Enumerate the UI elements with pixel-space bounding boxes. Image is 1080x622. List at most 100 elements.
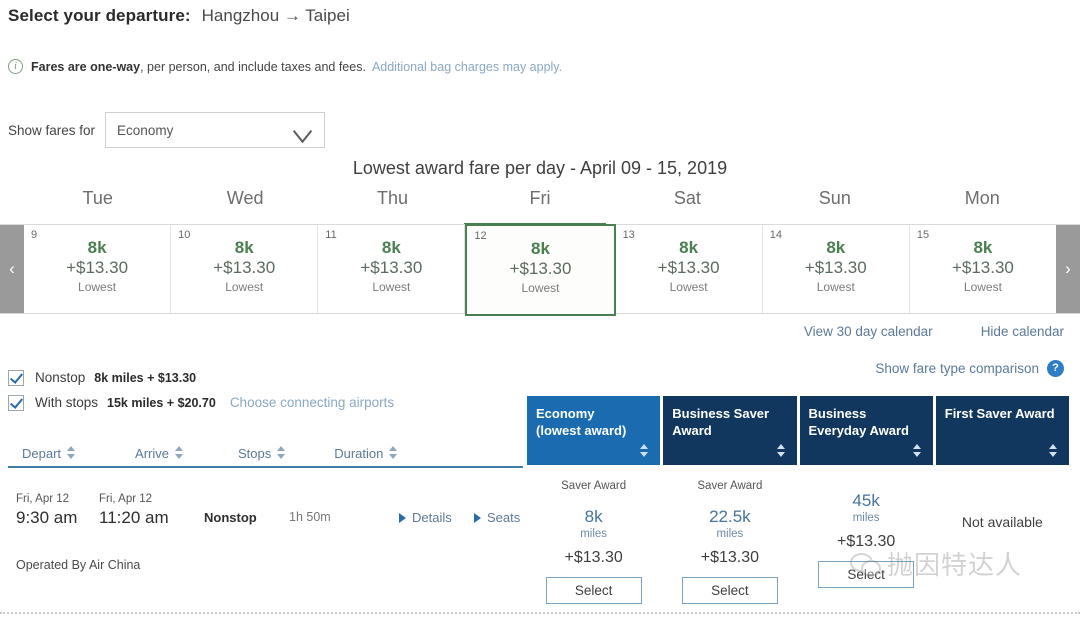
select-button[interactable]: Select xyxy=(818,561,915,588)
fare-column-header-economy[interactable]: Economy (lowest award) xyxy=(527,396,661,465)
calendar-next-arrow[interactable]: › xyxy=(1056,225,1080,313)
fares-notice-strong: Fares are one-way xyxy=(31,59,141,74)
show-fares-control: Show fares for Economy xyxy=(8,112,326,148)
hide-calendar-link[interactable]: Hide calendar xyxy=(981,324,1064,339)
choose-connecting-airports-link[interactable]: Choose connecting airports xyxy=(230,395,394,410)
filter-nonstop-label: Nonstop xyxy=(35,370,86,385)
fare-column-title: Business Saver xyxy=(672,406,770,421)
calendar-day-miles: 8k xyxy=(679,238,699,257)
sort-icon[interactable] xyxy=(776,444,786,458)
calendar-day-tag: Lowest xyxy=(669,280,708,294)
seats-link[interactable]: Seats xyxy=(474,510,520,528)
show-fare-type-comparison-link[interactable]: Show fare type comparison xyxy=(875,361,1039,376)
fare-column-title: Economy xyxy=(536,406,595,421)
details-link[interactable]: Details xyxy=(399,510,474,528)
chevron-down-icon xyxy=(294,124,314,136)
calendar-day-cell[interactable]: 10 8k +$13.30 Lowest xyxy=(171,225,319,313)
calendar-day-number: 15 xyxy=(916,229,930,241)
calendar-day-cell[interactable]: 14 8k +$13.30 Lowest xyxy=(762,225,910,313)
checkbox-with-stops[interactable] xyxy=(8,394,24,411)
fare-column-header-first-saver[interactable]: First Saver Award xyxy=(935,396,1069,465)
column-header-stops[interactable]: Stops xyxy=(238,446,286,461)
duration-value: 1h 50m xyxy=(289,510,331,524)
sort-icon[interactable] xyxy=(640,444,649,458)
calendar-day-miles: 8k xyxy=(826,238,846,257)
stops-value: Nonstop xyxy=(204,510,257,525)
flight-result-row: Fri, Apr 12 9:30 am Fri, Apr 12 11:20 am… xyxy=(0,470,1080,604)
filter-nonstop-value: 8k miles + $13.30 xyxy=(94,370,197,385)
select-button[interactable]: Select xyxy=(545,577,642,604)
fare-miles: 22.5k xyxy=(709,507,751,526)
award-type-label: Saver Award xyxy=(561,480,627,492)
fare-column-subtitle: (lowest award) xyxy=(536,423,627,438)
results-table-header: Depart Arrive Stops Duration xyxy=(8,440,523,468)
calendar-day-cash: +$13.30 xyxy=(951,258,1014,277)
fares-notice-text: , per person, and include taxes and fees… xyxy=(140,59,366,74)
column-header-depart[interactable]: Depart xyxy=(22,446,76,461)
view-30-day-calendar-link[interactable]: View 30 day calendar xyxy=(804,324,933,339)
details-link-label: Details xyxy=(412,510,452,525)
weekday-label: Tue xyxy=(82,188,113,208)
operated-by-label: Operated By Air China xyxy=(16,558,141,572)
bag-charges-link[interactable]: Additional bag charges may apply. xyxy=(372,60,562,74)
filter-with-stops-label: With stops xyxy=(35,395,99,410)
sort-icon[interactable] xyxy=(912,444,922,458)
column-header-arrive-label: Arrive xyxy=(135,445,169,461)
weekday-label: Sat xyxy=(673,188,701,208)
fare-column-title: Business xyxy=(808,406,867,421)
calendar-day-miles: 8k xyxy=(973,238,993,257)
page-title: Select your departure: xyxy=(8,6,191,25)
calendar-day-cash: +$13.30 xyxy=(509,259,572,278)
fare-miles-unit: miles xyxy=(716,528,744,540)
stop-filters: Nonstop 8k miles + $13.30 With stops 15k… xyxy=(8,365,394,415)
question-mark-icon[interactable]: ? xyxy=(1047,360,1064,377)
calendar-cells: 9 8k +$13.30 Lowest 10 8k +$13.30 Lowest… xyxy=(24,224,1056,316)
fare-column-title: First Saver Award xyxy=(944,406,1055,421)
fare-cell-economy: Saver Award 8k miles +$13.30 Select xyxy=(527,470,660,604)
calendar-day-cell[interactable]: 13 8k +$13.30 Lowest xyxy=(615,225,763,313)
calendar-day-cell[interactable]: 11 8k +$13.30 Lowest xyxy=(318,225,466,313)
column-header-arrive[interactable]: Arrive xyxy=(135,446,184,461)
calendar-day-number: 11 xyxy=(325,229,337,241)
arrive-cell: Fri, Apr 12 11:20 am xyxy=(99,492,204,528)
calendar-title: Lowest award fare per day - April 09 - 1… xyxy=(352,158,728,178)
calendar-prev-arrow[interactable]: ‹ xyxy=(0,225,24,313)
fare-column-header-business-everyday[interactable]: Business Everyday Award xyxy=(799,396,933,465)
cabin-select-value: Economy xyxy=(117,122,174,138)
fare-column-header-business-saver[interactable]: Business Saver Award xyxy=(663,396,797,465)
calendar-day-cell[interactable]: 15 8k +$13.30 Lowest xyxy=(909,225,1056,313)
fare-column-subtitle: Everyday Award xyxy=(808,423,909,438)
fare-price-cells: Saver Award 8k miles +$13.30 Select Save… xyxy=(527,470,1069,604)
calendar-day-cell-selected[interactable]: 12 8k +$13.30 Lowest xyxy=(465,224,616,316)
column-header-duration[interactable]: Duration xyxy=(334,446,398,461)
calendar-day-number: 9 xyxy=(31,229,38,241)
route-label: Hangzhou → Taipei xyxy=(201,6,350,25)
filter-with-stops[interactable]: With stops 15k miles + $20.70 Choose con… xyxy=(8,390,394,415)
award-booking-page: Select your departure: Hangzhou → Taipei… xyxy=(0,0,1080,622)
checkbox-nonstop[interactable] xyxy=(8,369,24,386)
show-fares-label: Show fares for xyxy=(8,122,96,138)
calendar-day-cash: +$13.30 xyxy=(213,258,276,277)
arrive-time: 11:20 am xyxy=(99,508,169,527)
fare-cash: +$13.30 xyxy=(564,549,623,566)
sort-icon[interactable] xyxy=(67,446,76,460)
calendar-day-cash: +$13.30 xyxy=(66,258,129,277)
calendar-day-tag: Lowest xyxy=(225,280,264,294)
calendar-day-miles: 8k xyxy=(381,238,401,257)
calendar-day-miles: 8k xyxy=(87,238,107,257)
not-available-label: Not available xyxy=(961,514,1043,530)
page-header: Select your departure: Hangzhou → Taipei xyxy=(8,6,350,26)
calendar-day-number: 10 xyxy=(178,229,191,241)
sort-icon[interactable] xyxy=(174,446,184,460)
fare-class-header-row: Economy (lowest award) Business Saver Aw… xyxy=(527,396,1069,465)
select-button[interactable]: Select xyxy=(681,577,778,604)
sort-icon[interactable] xyxy=(1049,444,1058,458)
weekday-label: Fri xyxy=(529,188,551,208)
sort-icon[interactable] xyxy=(277,446,286,460)
sort-icon[interactable] xyxy=(389,446,398,460)
cabin-select[interactable]: Economy xyxy=(105,112,326,148)
calendar-links: View 30 day calendar Hide calendar xyxy=(804,324,1064,339)
calendar-day-cell[interactable]: 9 8k +$13.30 Lowest xyxy=(24,225,172,313)
filter-nonstop[interactable]: Nonstop 8k miles + $13.30 xyxy=(8,365,394,390)
calendar-day-number: 13 xyxy=(622,229,635,241)
